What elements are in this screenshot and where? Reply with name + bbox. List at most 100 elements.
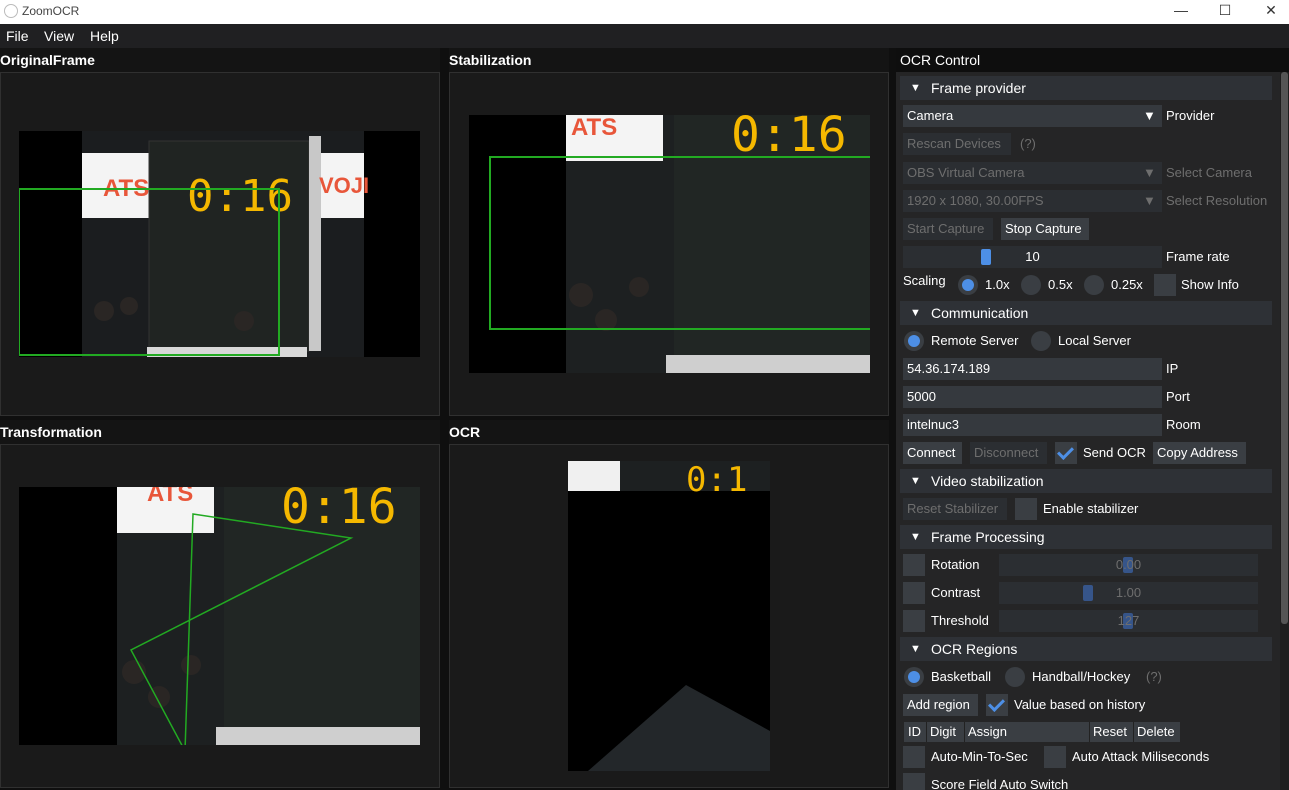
scale-radio-05x[interactable] — [1021, 275, 1041, 295]
score-field-switch-checkbox[interactable] — [903, 773, 925, 790]
scaling-label: Scaling — [903, 273, 946, 288]
add-region-button[interactable]: Add region — [903, 694, 978, 716]
maximize-button[interactable]: ☐ — [1202, 0, 1248, 24]
svg-text:0:1: 0:1 — [686, 461, 747, 500]
rescan-devices-button[interactable]: Rescan Devices — [903, 133, 1011, 155]
rotation-checkbox[interactable] — [903, 554, 925, 576]
copy-address-button[interactable]: Copy Address — [1153, 442, 1246, 464]
contrast-checkbox[interactable] — [903, 582, 925, 604]
port-label: Port — [1166, 389, 1190, 404]
minimize-button[interactable]: — — [1158, 0, 1204, 24]
menu-bar: File View Help — [0, 24, 1289, 48]
ocr-panel: 0:1 — [449, 444, 889, 788]
start-capture-button[interactable]: Start Capture — [903, 218, 993, 240]
remote-server-radio[interactable] — [904, 331, 924, 351]
select-resolution-label: Select Resolution — [1166, 193, 1268, 208]
sign-text-right: VOJI — [319, 173, 369, 198]
section-video-stabilization[interactable]: ▼ Video stabilization — [900, 469, 1272, 493]
ip-input[interactable]: 54.36.174.189 — [903, 358, 1162, 380]
help-icon[interactable]: (?) — [1020, 133, 1036, 155]
svg-text:ATS: ATS — [147, 487, 193, 507]
camera-select[interactable]: OBS Virtual Camera ▼ — [903, 162, 1162, 184]
column-assign[interactable]: Assign — [968, 724, 1007, 739]
threshold-checkbox[interactable] — [903, 610, 925, 632]
section-communication[interactable]: ▼ Communication — [900, 301, 1272, 325]
local-server-label: Local Server — [1058, 333, 1131, 348]
close-button[interactable]: ✕ — [1248, 0, 1289, 24]
auto-min-to-sec-checkbox[interactable] — [903, 746, 925, 768]
enable-stabilizer-checkbox[interactable] — [1015, 498, 1037, 520]
score-field-switch-label: Score Field Auto Switch — [931, 777, 1069, 790]
svg-text:0:16: 0:16 — [281, 487, 397, 535]
control-scrollbar[interactable] — [1280, 72, 1289, 790]
regions-table-header: ID Digit Assign Reset Delete — [904, 722, 1180, 742]
menu-view[interactable]: View — [44, 28, 74, 44]
threshold-label: Threshold — [931, 613, 989, 628]
column-id[interactable]: ID — [908, 724, 921, 739]
auto-attack-ms-label: Auto Attack Miliseconds — [1072, 749, 1210, 764]
collapse-arrow-icon: ▼ — [910, 475, 921, 487]
stabilization-scene: ATS 0:16 — [469, 115, 870, 373]
ocr-image: 0:1 — [568, 461, 770, 771]
rotation-label: Rotation — [931, 557, 980, 572]
help-icon[interactable]: (?) — [1146, 666, 1162, 688]
original-frame-panel: ATS VOJI 0:16 — [0, 72, 440, 416]
local-server-radio[interactable] — [1031, 331, 1051, 351]
threshold-slider[interactable]: 127 — [999, 610, 1258, 632]
disconnect-button[interactable]: Disconnect — [970, 442, 1047, 464]
transformation-panel: ATS 0:16 — [0, 444, 440, 788]
dropdown-arrow-icon: ▼ — [1143, 193, 1156, 208]
port-input[interactable]: 5000 — [903, 386, 1162, 408]
scale-label-025x: 0.25x — [1111, 277, 1143, 292]
connect-button[interactable]: Connect — [903, 442, 962, 464]
remote-server-label: Remote Server — [931, 333, 1019, 348]
show-info-checkbox[interactable] — [1154, 274, 1176, 296]
collapse-arrow-icon: ▼ — [910, 307, 921, 319]
collapse-arrow-icon: ▼ — [910, 531, 921, 543]
basketball-label: Basketball — [931, 669, 991, 684]
menu-file[interactable]: File — [6, 28, 29, 44]
column-digit[interactable]: Digit — [930, 724, 956, 739]
collapse-arrow-icon: ▼ — [910, 643, 921, 655]
scale-radio-025x[interactable] — [1084, 275, 1104, 295]
menu-help[interactable]: Help — [90, 28, 119, 44]
reset-stabilizer-button[interactable]: Reset Stabilizer — [903, 498, 1007, 520]
svg-text:ATS: ATS — [571, 115, 617, 141]
original-frame-image: ATS VOJI 0:16 — [19, 131, 420, 357]
section-ocr-regions[interactable]: ▼ OCR Regions — [900, 637, 1272, 661]
basketball-radio[interactable] — [904, 667, 924, 687]
section-frame-processing[interactable]: ▼ Frame Processing — [900, 525, 1272, 549]
value-history-checkbox[interactable] — [986, 694, 1008, 716]
dropdown-arrow-icon: ▼ — [1143, 165, 1156, 180]
auto-min-to-sec-label: Auto-Min-To-Sec — [931, 749, 1028, 764]
send-ocr-checkbox[interactable] — [1055, 442, 1077, 464]
resolution-select[interactable]: 1920 x 1080, 30.00FPS ▼ — [903, 190, 1162, 212]
stabilization-panel: ATS 0:16 — [449, 72, 889, 416]
stop-capture-button[interactable]: Stop Capture — [1001, 218, 1089, 240]
ocr-control-title: OCR Control — [896, 48, 1289, 72]
contrast-slider[interactable]: 1.00 — [999, 582, 1258, 604]
rotation-slider[interactable]: 0.00 — [999, 554, 1258, 576]
provider-label: Provider — [1166, 108, 1215, 123]
show-info-label: Show Info — [1181, 277, 1239, 292]
frame-rate-slider[interactable]: 10 — [903, 246, 1162, 268]
section-frame-provider[interactable]: ▼ Frame provider — [900, 76, 1272, 100]
frame-rate-label: Frame rate — [1166, 249, 1230, 264]
room-input[interactable]: intelnuc3 — [903, 414, 1162, 436]
collapse-arrow-icon: ▼ — [910, 82, 921, 94]
column-delete[interactable]: Delete — [1137, 724, 1175, 739]
scale-label-05x: 0.5x — [1048, 277, 1073, 292]
ip-label: IP — [1166, 361, 1179, 376]
original-frame-scene: ATS VOJI 0:16 — [19, 131, 420, 357]
auto-attack-ms-checkbox[interactable] — [1044, 746, 1066, 768]
handball-hockey-radio[interactable] — [1005, 667, 1025, 687]
scale-radio-1x[interactable] — [958, 275, 978, 295]
value-history-label: Value based on history — [1014, 697, 1146, 712]
scrollbar-thumb[interactable] — [1281, 72, 1288, 624]
provider-select[interactable]: Camera ▼ — [903, 105, 1162, 127]
column-reset[interactable]: Reset — [1093, 724, 1127, 739]
panel-title-ocr: OCR — [449, 420, 889, 444]
title-bar: ZoomOCR — ☐ ✕ — [0, 0, 1289, 24]
app-icon — [4, 4, 18, 18]
room-label: Room — [1166, 417, 1201, 432]
